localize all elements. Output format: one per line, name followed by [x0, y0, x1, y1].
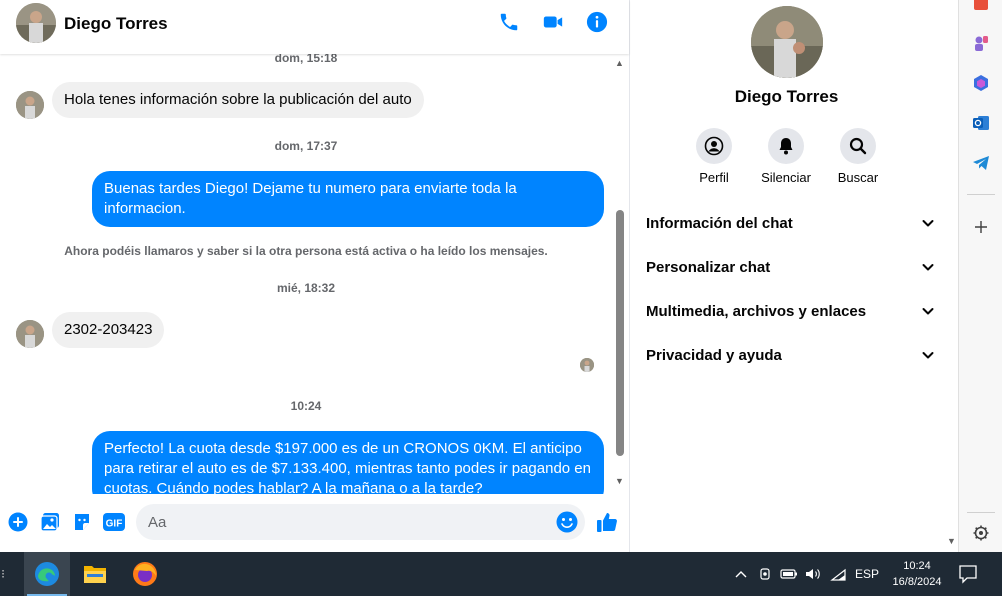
message-input-wrapper [136, 504, 585, 540]
emoji-icon[interactable] [556, 511, 578, 533]
profile-icon[interactable] [696, 128, 732, 164]
chevron-down-icon [922, 220, 934, 227]
bell-icon[interactable] [768, 128, 804, 164]
section-media-files-links[interactable]: Multimedia, archivos y enlaces [646, 297, 936, 325]
shopping-icon[interactable] [970, 0, 992, 14]
plus-circle-icon[interactable] [7, 511, 29, 533]
message-list[interactable]: dom, 15:18 Hola tenes información sobre … [0, 54, 629, 494]
video-call-icon[interactable] [540, 9, 566, 35]
message-timestamp: dom, 15:18 [274, 54, 338, 65]
screen: Diego Torres dom, 15:18 Hola tenes infor… [0, 0, 1002, 596]
section-title: Multimedia, archivos y enlaces [646, 302, 867, 320]
message-scrollbar[interactable]: ▲ ▼ [612, 54, 628, 494]
section-chat-info[interactable]: Información del chat [646, 209, 936, 237]
input-language-indicator[interactable]: ESP [852, 566, 882, 582]
sidebar-divider [967, 512, 995, 513]
profile-label: Perfil [699, 170, 729, 185]
edge-icon[interactable] [24, 552, 70, 596]
message-timestamp: mié, 18:32 [276, 281, 336, 295]
meet-now-icon[interactable] [757, 566, 773, 582]
section-title: Personalizar chat [646, 258, 771, 276]
composer-bar: GIF [0, 494, 629, 552]
incoming-message[interactable]: Hola tenes información sobre la publicac… [52, 82, 424, 118]
outgoing-message[interactable]: Perfecto! La cuota desde $197.000 es de … [92, 431, 604, 494]
section-customize-chat[interactable]: Personalizar chat [646, 253, 936, 281]
search-icon[interactable] [840, 128, 876, 164]
scroll-down-arrow-icon[interactable]: ▼ [615, 476, 624, 486]
system-clock[interactable]: 10:24 16/8/2024 [884, 558, 950, 590]
copilot-icon[interactable] [970, 72, 992, 94]
incoming-message[interactable]: 2302-203423 [52, 312, 165, 348]
mute-label: Silenciar [761, 170, 811, 185]
read-receipt-avatar [580, 358, 594, 372]
info-scrollbar[interactable]: ▼ [943, 0, 959, 552]
browser-sidebar [958, 0, 1002, 552]
image-icon[interactable] [39, 511, 61, 533]
conversation-info-pane: Diego Torres Perfil Silenciar Buscar Inf… [629, 0, 958, 552]
scrollbar-thumb[interactable] [616, 210, 624, 456]
message-timestamp: 10:24 [290, 399, 322, 413]
battery-icon[interactable] [780, 566, 798, 582]
file-explorer-icon[interactable] [72, 552, 118, 596]
profile-name: Diego Torres [734, 87, 839, 106]
clock-time: 10:24 [903, 560, 931, 572]
sticker-icon[interactable] [71, 511, 93, 533]
search-action[interactable]: Buscar [818, 128, 898, 185]
chat-header: Diego Torres [0, 0, 629, 54]
wifi-icon[interactable] [829, 566, 847, 582]
settings-gear-icon[interactable] [970, 522, 992, 544]
chevron-down-icon [922, 308, 934, 315]
chevron-down-icon [922, 264, 934, 271]
contact-name[interactable]: Diego Torres [64, 14, 168, 34]
svg-text:GIF: GIF [106, 519, 123, 530]
scroll-down-arrow-icon[interactable]: ▼ [947, 536, 956, 546]
sender-avatar[interactable] [16, 320, 44, 348]
games-icon[interactable] [970, 32, 992, 54]
thumbs-up-icon[interactable] [596, 511, 618, 533]
profile-action[interactable]: Perfil [674, 128, 754, 185]
chevron-down-icon [922, 352, 934, 359]
system-notice: Ahora podéis llamaros y saber si la otra… [64, 244, 548, 258]
windows-taskbar: ⁝ ESP 10:24 16/8/2024 [0, 552, 1002, 596]
section-title: Información del chat [646, 214, 793, 232]
taskbar-edge-grip: ⁝ [1, 567, 5, 581]
gif-icon[interactable]: GIF [103, 511, 125, 533]
contact-profile-photo[interactable] [751, 6, 823, 78]
show-hidden-icons-chevron-icon[interactable] [733, 566, 749, 582]
outlook-icon[interactable] [970, 112, 992, 134]
scroll-up-arrow-icon[interactable]: ▲ [615, 58, 624, 68]
clock-date: 16/8/2024 [892, 576, 942, 588]
section-title: Privacidad y ayuda [646, 346, 782, 364]
contact-avatar[interactable] [16, 3, 56, 43]
chat-pane: Diego Torres dom, 15:18 Hola tenes infor… [0, 0, 629, 552]
mute-action[interactable]: Silenciar [746, 128, 826, 185]
firefox-icon[interactable] [122, 552, 168, 596]
volume-icon[interactable] [804, 566, 822, 582]
notification-center-icon[interactable] [958, 564, 980, 584]
add-icon[interactable] [970, 216, 992, 238]
message-input[interactable] [148, 512, 548, 532]
sidebar-divider [967, 194, 995, 195]
sender-avatar[interactable] [16, 91, 44, 119]
telegram-icon[interactable] [970, 152, 992, 174]
phone-icon[interactable] [496, 9, 522, 35]
message-timestamp: dom, 17:37 [274, 139, 338, 153]
info-icon[interactable] [584, 9, 610, 35]
outgoing-message[interactable]: Buenas tardes Diego! Dejame tu numero pa… [92, 171, 604, 227]
section-privacy-help[interactable]: Privacidad y ayuda [646, 341, 936, 369]
search-label: Buscar [837, 170, 879, 185]
